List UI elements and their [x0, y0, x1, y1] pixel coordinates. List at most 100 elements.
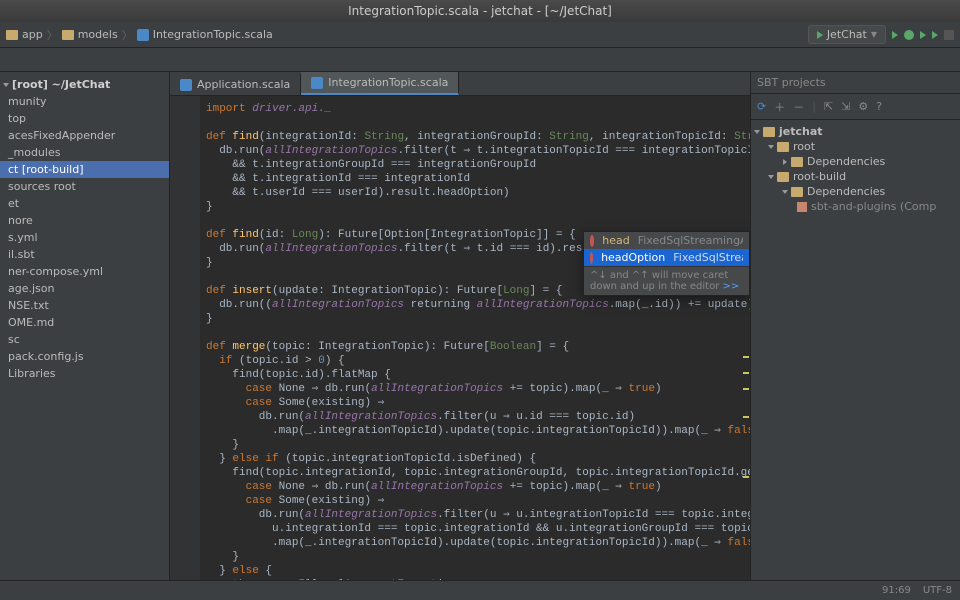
hint-link[interactable]: >> — [723, 281, 740, 292]
code-editor[interactable]: import driver.api._ def find(integration… — [170, 96, 750, 580]
project-item[interactable]: pack.config.js — [0, 348, 169, 365]
folder-icon — [791, 157, 803, 167]
completion-item[interactable]: head FixedSqlStreamingAction.this.Result… — [584, 232, 749, 249]
method-icon — [590, 252, 593, 264]
run-config-name: JetChat — [827, 28, 867, 41]
node-label: sbt-and-plugins (Comp — [811, 200, 936, 213]
folder-icon — [62, 30, 74, 40]
expand-icon[interactable] — [754, 130, 760, 134]
project-item[interactable]: age.json — [0, 280, 169, 297]
warning-mark[interactable] — [743, 416, 749, 418]
completion-hint: ^↓ and ^↑ will move caret down and up in… — [584, 266, 749, 295]
node-label: Dependencies — [807, 155, 885, 168]
profile-button[interactable] — [932, 31, 938, 39]
editor-tab[interactable]: Application.scala — [170, 74, 301, 95]
sbt-toolbar: ⟳ ＋ － | ⇱ ⇲ ⚙ ? — [751, 94, 960, 120]
sbt-node[interactable]: root-build — [753, 169, 958, 184]
folder-icon — [6, 30, 18, 40]
help-icon[interactable]: ? — [876, 100, 882, 113]
scala-file-icon — [137, 29, 149, 41]
remove-icon[interactable]: － — [793, 99, 804, 115]
warning-mark[interactable] — [743, 476, 749, 478]
expand-icon[interactable] — [3, 83, 9, 87]
breadcrumb[interactable]: app 〉 models 〉 IntegrationTopic.scala — [6, 27, 273, 43]
warning-mark[interactable] — [743, 356, 749, 358]
project-item[interactable]: sources root — [0, 178, 169, 195]
debug-button[interactable] — [904, 30, 914, 40]
editor-tabs: Application.scala IntegrationTopic.scala — [170, 72, 750, 96]
scala-file-icon — [311, 77, 323, 89]
folder-icon — [791, 187, 803, 197]
project-item[interactable]: nore — [0, 212, 169, 229]
library-icon — [797, 202, 807, 212]
project-item[interactable]: ct [root-build] — [0, 161, 169, 178]
run-actions — [892, 30, 954, 40]
project-item[interactable]: s.yml — [0, 229, 169, 246]
project-item[interactable]: NSE.txt — [0, 297, 169, 314]
scala-file-icon — [180, 79, 192, 91]
sbt-panel-title: SBT projects — [751, 72, 960, 94]
refresh-icon[interactable]: ⟳ — [757, 100, 766, 113]
expand-icon[interactable] — [768, 175, 774, 179]
warning-mark[interactable] — [743, 388, 749, 390]
project-item[interactable]: Libraries — [0, 365, 169, 382]
completion-sig: FixedSqlStreamingAction.this.ResultActio… — [673, 251, 743, 264]
node-label: root — [793, 140, 815, 153]
project-tree[interactable]: [root] ~/JetChat munitytopacesFixedAppen… — [0, 72, 170, 580]
add-icon[interactable]: ＋ — [774, 99, 785, 115]
crumb-file[interactable]: IntegrationTopic.scala — [153, 28, 273, 41]
title-text: IntegrationTopic.scala - jetchat - [~/Je… — [348, 4, 612, 18]
sbt-panel[interactable]: SBT projects ⟳ ＋ － | ⇱ ⇲ ⚙ ? jetchat roo… — [750, 72, 960, 580]
tab-label: Application.scala — [197, 78, 290, 91]
status-bar: 91:69 UTF-8 — [0, 580, 960, 600]
run-button[interactable] — [892, 31, 898, 39]
module-icon — [777, 142, 789, 152]
editor-tab[interactable]: IntegrationTopic.scala — [301, 72, 459, 95]
run-icon — [817, 31, 823, 39]
code-completion-popup[interactable]: head FixedSqlStreamingAction.this.Result… — [583, 231, 750, 296]
chevron-right-icon: 〉 — [47, 27, 58, 43]
sbt-root[interactable]: jetchat — [753, 124, 958, 139]
run-coverage-button[interactable] — [920, 31, 926, 39]
folder-icon — [763, 127, 775, 137]
stop-button[interactable] — [944, 30, 954, 40]
mac-title-bar: IntegrationTopic.scala - jetchat - [~/Je… — [0, 0, 960, 22]
editor-gutter[interactable] — [170, 96, 200, 580]
project-item[interactable]: _modules — [0, 144, 169, 161]
expand-icon[interactable] — [768, 145, 774, 149]
project-item[interactable]: acesFixedAppender — [0, 127, 169, 144]
file-encoding[interactable]: UTF-8 — [923, 585, 952, 596]
sbt-node[interactable]: sbt-and-plugins (Comp — [753, 199, 958, 214]
project-item[interactable]: et — [0, 195, 169, 212]
chevron-down-icon: ▼ — [871, 30, 877, 39]
completion-sig: FixedSqlStreamingAction.this.ResultActio… — [638, 234, 743, 247]
hint-text: ^↓ and ^↑ will move caret down and up in… — [590, 270, 728, 292]
sbt-node[interactable]: root — [753, 139, 958, 154]
expand-icon[interactable] — [783, 159, 787, 165]
expand-all-icon[interactable]: ⇱ — [824, 100, 833, 113]
run-config-selector[interactable]: JetChat ▼ — [808, 25, 886, 44]
project-item[interactable]: sc — [0, 331, 169, 348]
main-area: [root] ~/JetChat munitytopacesFixedAppen… — [0, 72, 960, 580]
caret-position[interactable]: 91:69 — [882, 585, 911, 596]
code-content[interactable]: import driver.api._ def find(integration… — [170, 96, 750, 580]
crumb-models[interactable]: models — [78, 28, 118, 41]
sbt-node[interactable]: Dependencies — [753, 154, 958, 169]
warning-mark[interactable] — [743, 372, 749, 374]
project-item[interactable]: ner-compose.yml — [0, 263, 169, 280]
crumb-app[interactable]: app — [22, 28, 43, 41]
error-stripe[interactable] — [740, 96, 750, 580]
project-root[interactable]: [root] ~/JetChat — [0, 76, 169, 93]
collapse-all-icon[interactable]: ⇲ — [841, 100, 850, 113]
project-item[interactable]: munity — [0, 93, 169, 110]
tab-label: IntegrationTopic.scala — [328, 76, 448, 89]
project-item[interactable]: top — [0, 110, 169, 127]
project-item[interactable]: il.sbt — [0, 246, 169, 263]
completion-item-selected[interactable]: headOption FixedSqlStreamingAction.this.… — [584, 249, 749, 266]
sbt-node[interactable]: Dependencies — [753, 184, 958, 199]
settings-icon[interactable]: ⚙ — [858, 100, 868, 113]
project-item[interactable]: OME.md — [0, 314, 169, 331]
sbt-tree[interactable]: jetchat root Dependencies root-build Dep — [751, 120, 960, 218]
toolbar: app 〉 models 〉 IntegrationTopic.scala Je… — [0, 22, 960, 48]
expand-icon[interactable] — [782, 190, 788, 194]
